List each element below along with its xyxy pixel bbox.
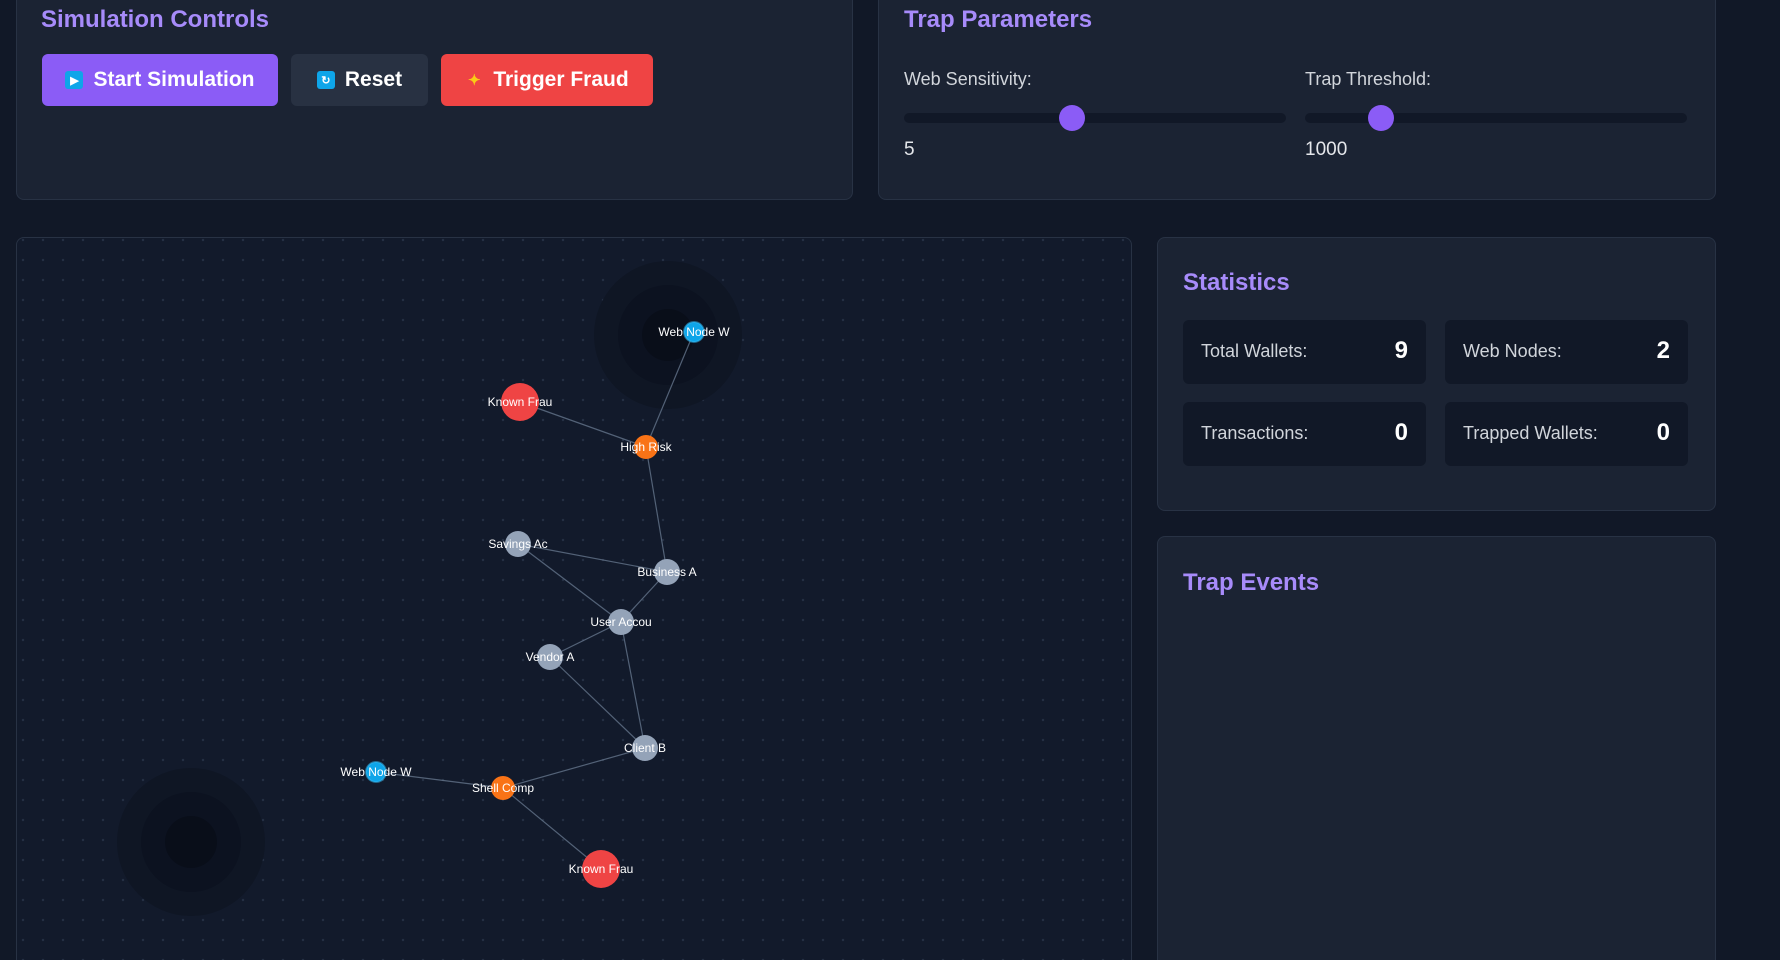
statistics-panel: Statistics Total Wallets: 9 Web Nodes: 2… [1157,237,1716,511]
edge-shell-fraudB [502,787,602,870]
wallet-node-label: High Risk [620,440,672,454]
wallet-node-label: Client B [624,741,666,755]
edge-savings-user [517,543,622,623]
wallet-node-shell[interactable]: Shell Comp [472,776,534,800]
sparkle-icon: ✦ [468,72,481,89]
stat-label: Transactions: [1201,423,1309,443]
web-sensitivity-value: 5 [904,139,915,160]
simulation-controls-title: Simulation Controls [41,6,269,33]
trap-threshold-value: 1000 [1305,139,1348,160]
stat-value: 9 [1394,337,1408,364]
start-simulation-label: Start Simulation [93,68,255,91]
wallet-node-label: Known Frau [488,395,553,409]
trap-events-title: Trap Events [1183,569,1320,596]
wallet-node-label: Savings Ac [488,537,547,551]
stat-value: 2 [1656,337,1670,364]
wallet-node-label: Known Frau [569,862,634,876]
wallet-node-clientb[interactable]: Client B [624,735,666,761]
web-sensitivity-slider-thumb[interactable] [1059,105,1086,131]
simulation-controls-panel: Simulation Controls ▶ Start Simulation ↻… [16,0,853,200]
page-scroll-area [1740,0,1780,960]
trap-threshold-label: Trap Threshold: [1305,69,1432,89]
wallet-node-fraudB[interactable]: Known Frau [569,850,634,888]
wallet-node-label: Business A [637,565,696,579]
web-trap-zone-2-ring-3 [165,816,217,868]
stat-label: Total Wallets: [1201,341,1308,361]
trigger-fraud-label: Trigger Fraud [493,68,629,91]
stat-label: Web Nodes: [1463,341,1562,361]
trap-parameters-panel: Trap Parameters Web Sensitivity: 5 Trap … [878,0,1716,200]
web-sensitivity-slider[interactable] [904,105,1286,131]
stat-value: 0 [1656,419,1670,446]
wallet-node-label: User Accou [590,615,651,629]
stat-value: 0 [1394,419,1408,446]
network-graph-svg[interactable]: Web Node W Known Frau High Risk Savings Ac B… [17,238,1132,960]
network-graph-canvas[interactable]: Web Node W Known Frau High Risk Savings Ac B… [16,237,1132,960]
wallet-node-fraudA[interactable]: Known Frau [488,383,553,421]
wallet-node-highrisk[interactable]: High Risk [620,435,673,459]
play-icon: ▶ [65,71,84,89]
reset-label: Reset [344,68,403,91]
trap-events-panel: Trap Events [1157,536,1716,960]
start-simulation-button[interactable]: ▶ Start Simulation [42,54,278,106]
trap-threshold-slider[interactable] [1305,105,1687,131]
web-sensitivity-label: Web Sensitivity: [904,69,1032,89]
stat-transactions: Transactions: 0 [1183,402,1426,466]
refresh-icon: ↻ [316,71,335,89]
stat-total-wallets: Total Wallets: 9 [1183,320,1426,384]
wallet-node-business[interactable]: Business A [637,559,697,585]
wallet-node-user[interactable]: User Accou [590,609,652,635]
reset-button[interactable]: ↻ Reset [291,54,428,106]
trap-threshold-slider-thumb[interactable] [1368,105,1395,131]
wallet-node-label: Web Node W [658,325,730,339]
wallet-node-webB[interactable]: Web Node W [340,761,412,783]
wallet-node-savings[interactable]: Savings Ac [488,531,548,557]
wallet-node-label: Vendor A [526,650,575,664]
trap-parameters-title: Trap Parameters [904,6,1093,33]
stat-trapped-wallets: Trapped Wallets: 0 [1445,402,1688,466]
statistics-title: Statistics [1183,269,1290,296]
wallet-node-label: Web Node W [340,765,412,779]
wallet-node-vendor[interactable]: Vendor A [526,644,575,670]
stat-web-nodes: Web Nodes: 2 [1445,320,1688,384]
stat-label: Trapped Wallets: [1463,423,1598,443]
wallet-node-label: Shell Comp [472,781,534,795]
trigger-fraud-button[interactable]: ✦ Trigger Fraud [441,54,653,106]
edge-highrisk-business [645,446,668,573]
